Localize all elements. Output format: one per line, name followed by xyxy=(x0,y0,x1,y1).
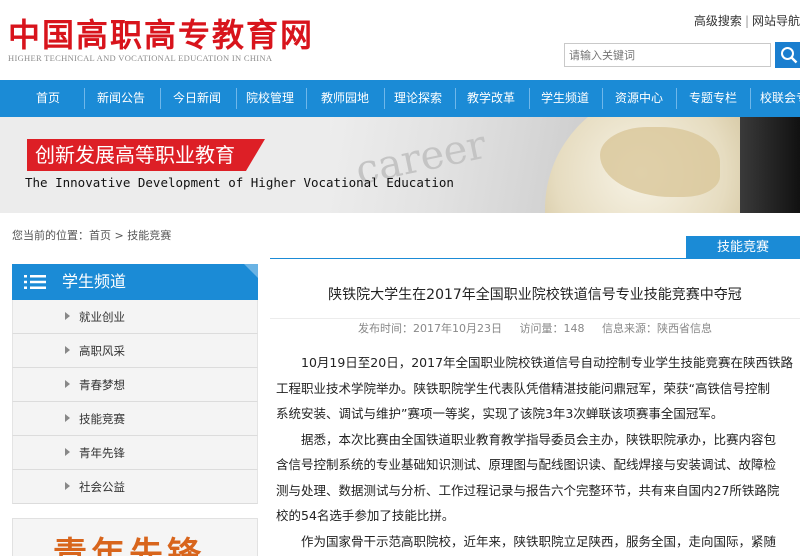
top-links: 高级搜索 | 网站导航 xyxy=(694,12,800,29)
article-line: 测与处理、数据测试与分析、工作过程记录与报告六个完整环节，共有来自国内27所铁路… xyxy=(276,482,780,498)
sidebar-header: 学生频道 xyxy=(12,264,258,300)
nav-divider xyxy=(455,88,456,109)
site-nav-link[interactable]: 网站导航 xyxy=(752,14,800,28)
sidebar-promo-text: 青年先锋 xyxy=(53,535,205,556)
arrow-right-icon xyxy=(65,312,70,320)
main-nav: 首页 新闻公告 今日新闻 院校管理 教师园地 理论探索 教学改革 学生频道 资源… xyxy=(0,80,800,117)
sidebar-item-dreams[interactable]: 青春梦想 xyxy=(12,368,258,402)
sidebar-item-label: 青春梦想 xyxy=(79,378,125,392)
sidebar-promo-banner[interactable]: 青年先锋 xyxy=(12,518,258,556)
arrow-right-icon xyxy=(65,380,70,388)
nav-item-teachers[interactable]: 教师园地 xyxy=(312,80,378,117)
nav-divider xyxy=(529,88,530,109)
nav-divider xyxy=(602,88,603,109)
article-meta: 发布时间：2017年10月23日 访问量：148 信息来源：陕西省信息 xyxy=(270,318,800,344)
sidebar-item-label: 就业创业 xyxy=(79,310,125,324)
sidebar-item-employment[interactable]: 就业创业 xyxy=(12,300,258,334)
site-logo[interactable]: 中国高职高专教育网 xyxy=(8,10,314,56)
nav-item-home[interactable]: 首页 xyxy=(18,80,78,117)
article-body: 10月19日至20日，2017年全国职业院校铁道信号自动控制专业学生技能竞赛在陕… xyxy=(276,350,800,554)
sidebar-item-public-welfare[interactable]: 社会公益 xyxy=(12,470,258,504)
section-divider xyxy=(270,258,800,259)
top-links-separator: | xyxy=(744,14,749,28)
search-input[interactable] xyxy=(564,43,771,67)
arrow-right-icon xyxy=(65,448,70,456)
article-title: 陕铁院大学生在2017年全国职业院校铁道信号专业技能竞赛中夺冠 xyxy=(328,287,742,303)
article-line: 含信号控制系统的专业基础知识测试、原理图与配线图识读、配线焊接与安装调试、故障检 xyxy=(276,457,777,472)
sidebar-list: 就业创业 高职风采 青春梦想 技能竞赛 青年先锋 社会公益 xyxy=(12,300,258,504)
nav-item-students[interactable]: 学生频道 xyxy=(534,80,596,117)
arrow-right-icon xyxy=(65,346,70,354)
article-view-count: 访问量：148 xyxy=(519,322,585,335)
sidebar-item-style[interactable]: 高职风采 xyxy=(12,334,258,368)
sidebar-item-label: 青年先锋 xyxy=(79,446,125,460)
nav-divider xyxy=(84,88,85,109)
article-line: 作为国家骨干示范高职院校，近年来，陕铁职院立足陕西，服务全国，走向国际，紧随 xyxy=(301,533,777,549)
article-publish-date: 发布时间：2017年10月23日 xyxy=(358,322,502,335)
banner-subtitle: The Innovative Development of Higher Voc… xyxy=(25,175,454,190)
nav-divider xyxy=(306,88,307,109)
section-tab[interactable]: 技能竞赛 xyxy=(686,236,800,259)
site-logo-subtitle: HIGHER TECHNICAL AND VOCATIONAL EDUCATIO… xyxy=(8,53,273,63)
banner-dark-edge xyxy=(740,117,800,213)
sidebar-item-label: 技能竞赛 xyxy=(79,412,125,426)
search-button[interactable] xyxy=(775,42,800,68)
banner-title: 创新发展高等职业教育 xyxy=(27,139,265,171)
list-icon xyxy=(24,275,46,289)
search-icon xyxy=(781,47,798,64)
sidebar-corner xyxy=(244,264,258,278)
nav-item-today-news[interactable]: 今日新闻 xyxy=(164,80,230,117)
nav-divider xyxy=(750,88,751,109)
nav-item-news-notice[interactable]: 新闻公告 xyxy=(88,80,154,117)
nav-divider xyxy=(236,88,237,109)
article-line: 校的54名选手参加了技能比拼。 xyxy=(276,508,455,523)
nav-item-theory[interactable]: 理论探索 xyxy=(388,80,448,117)
sidebar-item-skills-competition[interactable]: 技能竞赛 xyxy=(12,402,258,436)
article-line: 10月19日至20日，2017年全国职业院校铁道信号自动控制专业学生技能竞赛在陕… xyxy=(301,355,794,370)
advanced-search-link[interactable]: 高级搜索 xyxy=(694,14,742,28)
nav-item-teaching-reform[interactable]: 教学改革 xyxy=(460,80,522,117)
nav-divider xyxy=(160,88,161,109)
nav-divider xyxy=(384,88,385,109)
arrow-right-icon xyxy=(65,482,70,490)
sidebar-item-label: 高职风采 xyxy=(79,344,125,358)
sidebar-item-label: 社会公益 xyxy=(79,480,125,494)
nav-divider xyxy=(676,88,677,109)
article-line: 工程职业技术学院举办。陕铁职院学生代表队凭借精湛技能问鼎冠军，荣获“高铁信号控制 xyxy=(276,380,770,396)
breadcrumb: 您当前的位置：首页 > 技能竞赛 xyxy=(12,229,172,242)
article-source: 信息来源：陕西省信息 xyxy=(602,322,712,335)
article-line: 据悉，本次比赛由全国铁道职业教育教学指导委员会主办，陕铁职院承办，比赛内容包 xyxy=(301,431,777,447)
sidebar-item-youth-pioneers[interactable]: 青年先锋 xyxy=(12,436,258,470)
nav-item-school-management[interactable]: 院校管理 xyxy=(240,80,300,117)
article-line: 系统安装、调试与维护”赛项一等奖，实现了该院3年3次蝉联该项赛事全国冠军。 xyxy=(276,406,724,421)
arrow-right-icon xyxy=(65,414,70,422)
nav-item-alliance[interactable]: 校联会专 xyxy=(756,80,800,117)
nav-item-special-topics[interactable]: 专题专栏 xyxy=(682,80,744,117)
sidebar-title: 学生频道 xyxy=(62,272,127,291)
nav-item-resources[interactable]: 资源中心 xyxy=(608,80,670,117)
